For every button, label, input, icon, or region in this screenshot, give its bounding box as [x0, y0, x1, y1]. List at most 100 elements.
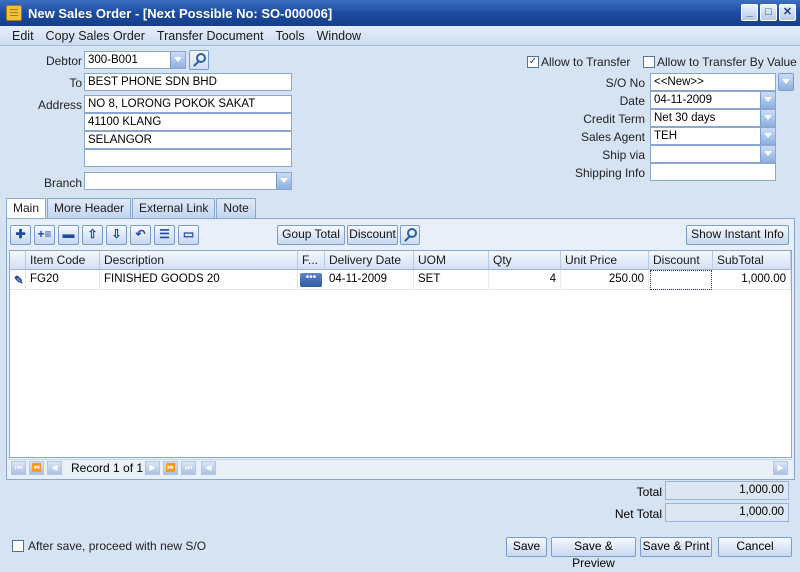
tab-note[interactable]: Note	[216, 198, 256, 218]
so-no-field[interactable]: <<New>>	[650, 73, 776, 91]
col-f[interactable]: F...	[298, 251, 325, 270]
sales-agent-select[interactable]: TEH	[650, 127, 776, 145]
close-button[interactable]: ✕	[779, 4, 796, 21]
prev-page-icon[interactable]: ⏪	[29, 461, 44, 475]
show-instant-info-button[interactable]: Show Instant Info	[686, 225, 789, 245]
search-icon	[196, 53, 206, 63]
net-total-value: 1,000.00	[665, 503, 789, 522]
col-delivery-date[interactable]: Delivery Date	[325, 251, 414, 270]
search-button[interactable]	[400, 225, 420, 245]
allow-transfer-by-value-label: Allow to Transfer By Value	[657, 55, 797, 69]
cell-description[interactable]: FINISHED GOODS 20	[100, 270, 298, 290]
add-row-button[interactable]: ✚	[10, 225, 31, 245]
debtor-value: 300-B001	[88, 54, 138, 66]
cancel-button[interactable]: Cancel	[718, 537, 792, 557]
so-no-label: S/O No	[605, 76, 645, 90]
credit-term-select[interactable]: Net 30 days	[650, 109, 776, 127]
subtotal-icon: ▭	[182, 227, 195, 241]
save-print-button[interactable]: Save & Print	[640, 537, 712, 557]
row-indicator-header	[10, 251, 26, 270]
tab-bar: Main More Header External Link Note	[6, 198, 257, 219]
cell-delivery-date[interactable]: 04-11-2009	[325, 270, 414, 290]
menu-window[interactable]: Window	[311, 29, 367, 43]
debtor-search-button[interactable]	[189, 50, 209, 70]
insert-row-icon: +≡	[37, 227, 52, 241]
chevron-down-icon[interactable]	[760, 128, 775, 144]
window-title: New Sales Order - [Next Possible No: SO-…	[28, 5, 333, 21]
col-unit-price[interactable]: Unit Price	[561, 251, 649, 270]
debtor-select[interactable]: 300-B001	[84, 51, 186, 69]
address-line-3[interactable]: SELANGOR	[84, 131, 292, 149]
address-line-2[interactable]: 41100 KLANG	[84, 113, 292, 131]
scroll-right-icon[interactable]: ▶	[773, 461, 788, 475]
col-qty[interactable]: Qty	[489, 251, 561, 270]
proceed-new-checkbox[interactable]	[12, 540, 24, 552]
record-navigator: ⏮ ⏪ ◀ Record 1 of 1 ▶ ⏩ ⏭ ◀ ▶	[9, 459, 792, 476]
total-value: 1,000.00	[665, 481, 789, 500]
arrow-up-icon: ⇧	[87, 227, 98, 241]
maximize-button[interactable]: □	[760, 4, 777, 21]
tab-external-link[interactable]: External Link	[132, 198, 216, 218]
move-down-button[interactable]: ⇩	[106, 225, 127, 245]
so-no-dropdown-button[interactable]	[778, 73, 794, 91]
undo-button[interactable]: ↶	[130, 225, 151, 245]
insert-row-button[interactable]: +≡	[34, 225, 55, 245]
shipping-info-label: Shipping Info	[574, 166, 645, 180]
sales-agent-value: TEH	[654, 130, 677, 142]
branch-label: Branch	[43, 176, 82, 190]
item-detail-button[interactable]: •••	[300, 273, 322, 287]
menu-transfer-document[interactable]: Transfer Document	[151, 29, 270, 43]
scroll-left-icon[interactable]: ◀	[201, 461, 216, 475]
table-row[interactable]: ✎ FG20 FINISHED GOODS 20 ••• 04-11-2009 …	[10, 270, 791, 290]
tab-main[interactable]: Main	[6, 198, 47, 219]
cell-discount[interactable]	[650, 270, 712, 290]
chevron-down-icon[interactable]	[170, 52, 185, 68]
allow-transfer-by-value-checkbox[interactable]	[643, 56, 655, 68]
address-line-4[interactable]	[84, 149, 292, 167]
col-uom[interactable]: UOM	[414, 251, 489, 270]
title-bar: New Sales Order - [Next Possible No: SO-…	[0, 0, 800, 26]
cell-subtotal[interactable]: 1,000.00	[713, 270, 791, 290]
date-picker[interactable]: 04-11-2009	[650, 91, 776, 109]
allow-transfer-checkbox[interactable]: ✓	[527, 56, 539, 68]
col-discount[interactable]: Discount	[649, 251, 713, 270]
menu-edit[interactable]: Edit	[6, 29, 40, 43]
menu-copy-sales-order[interactable]: Copy Sales Order	[40, 29, 151, 43]
subtotal-button[interactable]: ▭	[178, 225, 199, 245]
col-item-code[interactable]: Item Code	[26, 251, 100, 270]
move-up-button[interactable]: ⇧	[82, 225, 103, 245]
chevron-down-icon[interactable]	[760, 146, 775, 162]
chevron-down-icon[interactable]	[276, 173, 291, 189]
address-line-1[interactable]: NO 8, LORONG POKOK SAKAT	[84, 95, 292, 113]
save-button[interactable]: Save	[506, 537, 547, 557]
first-record-icon[interactable]: ⏮	[11, 461, 26, 475]
group-total-button[interactable]: Goup Total	[277, 225, 345, 245]
to-field[interactable]: BEST PHONE SDN BHD	[84, 73, 292, 91]
col-subtotal[interactable]: SubTotal	[713, 251, 791, 270]
list-button[interactable]: ☰	[154, 225, 175, 245]
search-icon	[407, 228, 417, 238]
prev-record-icon[interactable]: ◀	[47, 461, 62, 475]
chevron-down-icon[interactable]	[760, 110, 775, 126]
branch-select[interactable]	[84, 172, 292, 190]
shipping-info-field[interactable]	[650, 163, 776, 181]
discount-button[interactable]: Discount	[347, 225, 398, 245]
ship-via-select[interactable]	[650, 145, 776, 163]
last-record-icon[interactable]: ⏭	[181, 461, 196, 475]
date-value: 04-11-2009	[654, 94, 712, 106]
save-preview-button[interactable]: Save & Preview	[551, 537, 636, 570]
cell-qty[interactable]: 4	[489, 270, 561, 290]
tab-more-header[interactable]: More Header	[47, 198, 132, 218]
cell-unit-price[interactable]: 250.00	[561, 270, 649, 290]
cell-item-code[interactable]: FG20	[26, 270, 100, 290]
delete-row-button[interactable]: ▬	[58, 225, 79, 245]
next-record-icon[interactable]: ▶	[145, 461, 160, 475]
cell-uom[interactable]: SET	[414, 270, 489, 290]
col-description[interactable]: Description	[100, 251, 298, 270]
chevron-down-icon[interactable]	[760, 92, 775, 108]
minimize-button[interactable]: _	[741, 4, 758, 21]
grid-header: Item Code Description F... Delivery Date…	[10, 251, 791, 270]
menu-tools[interactable]: Tools	[269, 29, 310, 43]
date-label: Date	[619, 94, 645, 108]
next-page-icon[interactable]: ⏩	[163, 461, 178, 475]
